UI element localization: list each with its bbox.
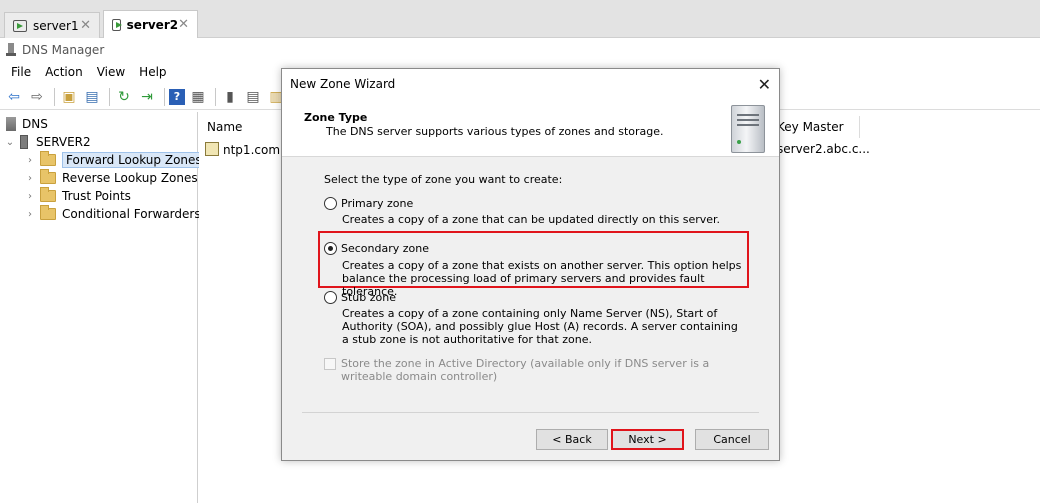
wizard-step-subtitle: The DNS server supports various types of… [326, 125, 664, 138]
tab-server1[interactable]: server1 ✕ [4, 12, 100, 38]
option-label: Secondary zone [341, 242, 429, 255]
cancel-button[interactable]: Cancel [695, 429, 769, 450]
tree-node-server2[interactable]: ⌄ SERVER2 [4, 133, 91, 151]
checkbox [324, 358, 336, 370]
stub-zone-option[interactable]: Stub zone [324, 291, 396, 304]
tree-node-forward-lookup-zones[interactable]: › Forward Lookup Zones [24, 151, 206, 169]
list-icon[interactable]: ▤ [243, 87, 263, 107]
toolbar-divider [215, 87, 216, 106]
chevron-right-icon[interactable]: › [24, 209, 36, 220]
primary-zone-option[interactable]: Primary zone [324, 197, 413, 210]
secondary-zone-option[interactable]: Secondary zone [324, 242, 429, 255]
dns-manager-icon [6, 43, 16, 57]
dialog-title: New Zone Wizard [290, 77, 396, 91]
vm-console-icon [112, 18, 122, 31]
wizard-header: Zone Type The DNS server supports variou… [282, 99, 779, 157]
stub-zone-description: Creates a copy of a zone containing only… [342, 307, 738, 346]
tree-node-trust-points[interactable]: › Trust Points [24, 187, 131, 205]
close-icon[interactable]: ✕ [178, 17, 189, 32]
radio-button[interactable] [324, 197, 337, 210]
menu-view[interactable]: View [90, 65, 132, 79]
folder-icon [40, 169, 56, 184]
tree-label: Reverse Lookup Zones [62, 171, 198, 185]
zone-key-master: server2.abc.c... [777, 142, 870, 156]
folder-icon [40, 187, 56, 202]
store-in-ad-option: Store the zone in Active Directory (avai… [324, 357, 744, 383]
column-divider[interactable] [859, 116, 860, 138]
close-icon[interactable]: ✕ [80, 18, 91, 33]
export-list-icon[interactable]: ⇥ [137, 87, 157, 107]
tab-label: server1 [33, 18, 79, 33]
tree-label: SERVER2 [36, 135, 91, 149]
back-arrow-icon[interactable]: ⇦ [4, 87, 24, 107]
tree-node-dns[interactable]: DNS [6, 115, 48, 133]
zone-type-prompt: Select the type of zone you want to crea… [324, 173, 563, 186]
primary-zone-description: Creates a copy of a zone that can be upd… [342, 213, 721, 226]
column-header-key-master[interactable]: Key Master [777, 116, 844, 138]
chevron-right-icon[interactable]: › [24, 191, 36, 202]
new-zone-wizard-dialog: New Zone Wizard ✕ Zone Type The DNS serv… [281, 68, 780, 461]
show-hide-tree-icon[interactable]: ▤ [82, 87, 102, 107]
wizard-step-title: Zone Type [304, 111, 368, 124]
option-label: Stub zone [341, 291, 396, 304]
server-icon [20, 135, 28, 149]
folder-icon [40, 151, 56, 166]
toolbar-divider [109, 87, 110, 106]
zone-name: ntp1.com [223, 143, 281, 157]
option-label: Primary zone [341, 197, 414, 210]
menu-file[interactable]: File [4, 65, 38, 79]
folder-icon [40, 205, 56, 220]
dialog-title-bar[interactable]: New Zone Wizard ✕ [282, 69, 779, 99]
wizard-body: Select the type of zone you want to crea… [302, 159, 759, 413]
toolbar-divider [164, 87, 165, 106]
menu-help[interactable]: Help [132, 65, 173, 79]
chevron-right-icon[interactable]: › [24, 173, 36, 184]
radio-button[interactable] [324, 242, 337, 255]
chevron-down-icon[interactable]: ⌄ [4, 137, 16, 148]
tab-server2[interactable]: server2 ✕ [103, 10, 198, 38]
help-icon[interactable]: ? [169, 88, 185, 105]
zone-file-icon [205, 142, 219, 156]
properties-icon[interactable]: ▦ [188, 87, 208, 107]
tree-label: DNS [22, 117, 48, 131]
column-header-name[interactable]: Name [207, 116, 242, 138]
store-in-ad-label: Store the zone in Active Directory (avai… [341, 357, 710, 383]
next-button[interactable]: Next > [611, 429, 684, 450]
console-tree: DNS ⌄ SERVER2 › Forward Lookup Zones › R… [0, 112, 206, 503]
forward-arrow-icon[interactable]: ⇨ [27, 87, 47, 107]
vm-console-icon [13, 19, 27, 32]
table-row[interactable]: ntp1.com [205, 142, 280, 157]
vm-tab-bar: server1 ✕ server2 ✕ [0, 0, 1040, 38]
chevron-right-icon[interactable]: › [24, 155, 36, 166]
tree-label: Conditional Forwarders [62, 207, 201, 221]
tree-label: Forward Lookup Zones [62, 152, 206, 168]
tab-label: server2 [126, 17, 179, 32]
toolbar-divider [54, 87, 55, 106]
up-folder-icon[interactable]: ▣ [59, 87, 79, 107]
refresh-icon[interactable]: ↻ [114, 87, 134, 107]
dns-icon [6, 117, 16, 131]
app-title-bar: DNS Manager [0, 38, 1040, 62]
close-icon[interactable]: ✕ [758, 75, 771, 94]
server-tower-icon [731, 105, 765, 153]
back-button[interactable]: < Back [536, 429, 608, 450]
tree-label: Trust Points [62, 189, 131, 203]
secondary-zone-description: Creates a copy of a zone that exists on … [342, 259, 742, 298]
tree-node-reverse-lookup-zones[interactable]: › Reverse Lookup Zones [24, 169, 198, 187]
app-title: DNS Manager [22, 43, 105, 57]
server-icon[interactable]: ▮ [220, 87, 240, 107]
tree-node-conditional-forwarders[interactable]: › Conditional Forwarders [24, 205, 201, 223]
menu-action[interactable]: Action [38, 65, 90, 79]
radio-button[interactable] [324, 291, 337, 304]
